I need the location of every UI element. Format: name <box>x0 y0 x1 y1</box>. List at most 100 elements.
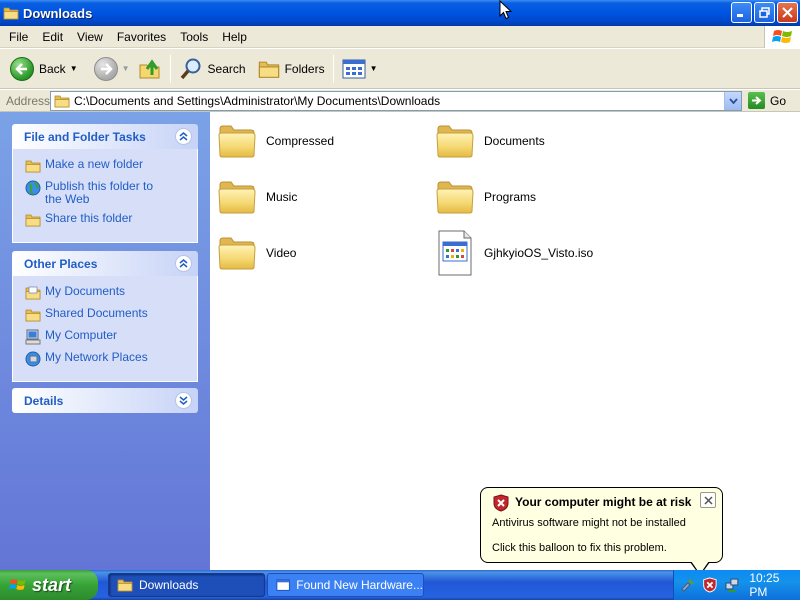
views-icon <box>342 59 366 78</box>
folder-icon <box>436 178 474 216</box>
close-button[interactable] <box>777 2 798 23</box>
panel-header[interactable]: Details <box>12 388 198 413</box>
panel-header[interactable]: Other Places <box>12 251 198 276</box>
window-title: Downloads <box>23 5 93 21</box>
security-alert-icon[interactable] <box>702 577 718 593</box>
panel-title: Other Places <box>24 256 98 271</box>
place-my-computer[interactable]: My Computer <box>25 329 191 345</box>
file-item-documents[interactable]: Documents <box>436 122 545 160</box>
restore-button[interactable] <box>754 2 775 23</box>
folders-label: Folders <box>284 61 325 76</box>
back-arrow-icon <box>10 56 34 81</box>
taskbar-item-downloads[interactable]: Downloads <box>108 573 265 597</box>
expand-icon[interactable] <box>175 392 192 409</box>
task-pane: File and Folder Tasks Make a new folder … <box>0 112 210 570</box>
mouse-cursor-icon <box>499 0 512 20</box>
address-dropdown-button[interactable] <box>724 92 741 110</box>
up-folder-button[interactable] <box>134 52 166 86</box>
task-label: Make a new folder <box>45 157 144 171</box>
address-value: C:\Documents and Settings\Administrator\… <box>74 94 441 108</box>
menu-view[interactable]: View <box>70 30 110 44</box>
search-button[interactable]: Search <box>175 52 250 86</box>
go-label: Go <box>770 93 787 108</box>
panel-title: Details <box>24 393 64 408</box>
folders-button[interactable]: Folders <box>254 52 329 86</box>
toolbar-separator <box>332 54 334 83</box>
share-folder-icon <box>25 212 41 228</box>
place-my-network[interactable]: My Network Places <box>25 351 191 367</box>
chevron-down-icon <box>728 98 738 104</box>
file-name: GjhkyioOS_Visto.iso <box>484 246 594 260</box>
collapse-icon[interactable] <box>175 128 192 145</box>
folder-icon <box>54 94 70 108</box>
place-label: My Network Places <box>45 350 148 364</box>
menu-tools[interactable]: Tools <box>173 30 215 44</box>
new-folder-icon <box>25 158 41 174</box>
windows-logo-icon <box>9 579 26 590</box>
folder-icon <box>3 6 19 20</box>
security-balloon[interactable]: Your computer might be at risk Antivirus… <box>480 487 723 563</box>
menu-file[interactable]: File <box>0 30 35 44</box>
file-name: Programs <box>484 190 537 204</box>
file-name: Documents <box>484 134 545 148</box>
taskbar-item-found-new-hardware[interactable]: Found New Hardware... <box>267 573 424 597</box>
views-button[interactable]: ▼ <box>338 52 382 86</box>
task-publish-web[interactable]: Publish this folder to the Web <box>25 180 191 206</box>
back-button[interactable]: Back ▼ <box>6 52 82 86</box>
computer-icon <box>25 329 41 345</box>
minimize-button[interactable] <box>731 2 752 23</box>
start-button[interactable]: start <box>0 570 98 600</box>
forward-arrow-icon <box>93 56 118 81</box>
panel-header[interactable]: File and Folder Tasks <box>12 124 198 149</box>
taskbar-item-label: Found New Hardware... <box>296 578 423 592</box>
file-item-music[interactable]: Music <box>218 178 297 216</box>
menu-favorites[interactable]: Favorites <box>110 30 173 44</box>
collapse-icon[interactable] <box>175 255 192 272</box>
address-label: Address <box>6 93 51 108</box>
task-share-folder[interactable]: Share this folder <box>25 212 191 228</box>
toolbar: Back ▼ ▼ Search Folders ▼ <box>0 49 800 89</box>
title-bar[interactable]: Downloads <box>0 0 800 26</box>
balloon-close-button[interactable] <box>700 492 716 508</box>
address-input[interactable]: C:\Documents and Settings\Administrator\… <box>50 91 742 111</box>
minimize-icon <box>737 14 743 17</box>
balloon-title: Your computer might be at risk <box>515 495 692 509</box>
restore-icon <box>759 7 770 18</box>
folders-icon <box>258 59 280 79</box>
other-places-panel: Other Places My Documents Shared Documen… <box>12 251 198 382</box>
network-icon <box>25 351 41 367</box>
search-icon <box>180 58 201 79</box>
place-my-documents[interactable]: My Documents <box>25 285 191 301</box>
taskbar: start Downloads Found New Hardware... 10… <box>0 570 800 600</box>
place-label: Shared Documents <box>45 306 148 320</box>
folder-icon <box>436 122 474 160</box>
menu-help[interactable]: Help <box>215 30 254 44</box>
up-folder-icon <box>139 58 160 78</box>
chevron-down-icon[interactable]: ▼ <box>370 64 378 73</box>
start-label: start <box>32 574 72 595</box>
file-item-iso[interactable]: GjhkyioOS_Visto.iso <box>436 230 593 276</box>
go-button[interactable]: Go <box>748 92 786 109</box>
menu-edit[interactable]: Edit <box>35 30 70 44</box>
folder-icon <box>218 178 256 216</box>
file-name: Video <box>266 246 297 260</box>
network-connection-icon[interactable] <box>724 577 740 593</box>
file-item-video[interactable]: Video <box>218 234 296 272</box>
task-make-new-folder[interactable]: Make a new folder <box>25 158 191 174</box>
forward-button[interactable]: ▼ <box>90 52 134 86</box>
globe-icon <box>25 180 41 196</box>
chevron-down-icon[interactable]: ▼ <box>70 64 78 73</box>
folder-icon <box>25 307 41 323</box>
folder-icon <box>218 122 256 160</box>
balloon-action-text: Click this balloon to fix this problem. <box>492 542 667 554</box>
file-folder-tasks-panel: File and Folder Tasks Make a new folder … <box>12 124 198 243</box>
taskbar-item-label: Downloads <box>139 578 199 592</box>
security-shield-icon <box>493 494 509 512</box>
file-name: Compressed <box>266 134 335 148</box>
place-shared-documents[interactable]: Shared Documents <box>25 307 191 323</box>
place-label: My Computer <box>45 328 118 342</box>
file-item-compressed[interactable]: Compressed <box>218 122 334 160</box>
hardware-icon[interactable] <box>680 577 696 593</box>
file-item-programs[interactable]: Programs <box>436 178 536 216</box>
folder-icon <box>117 578 133 592</box>
